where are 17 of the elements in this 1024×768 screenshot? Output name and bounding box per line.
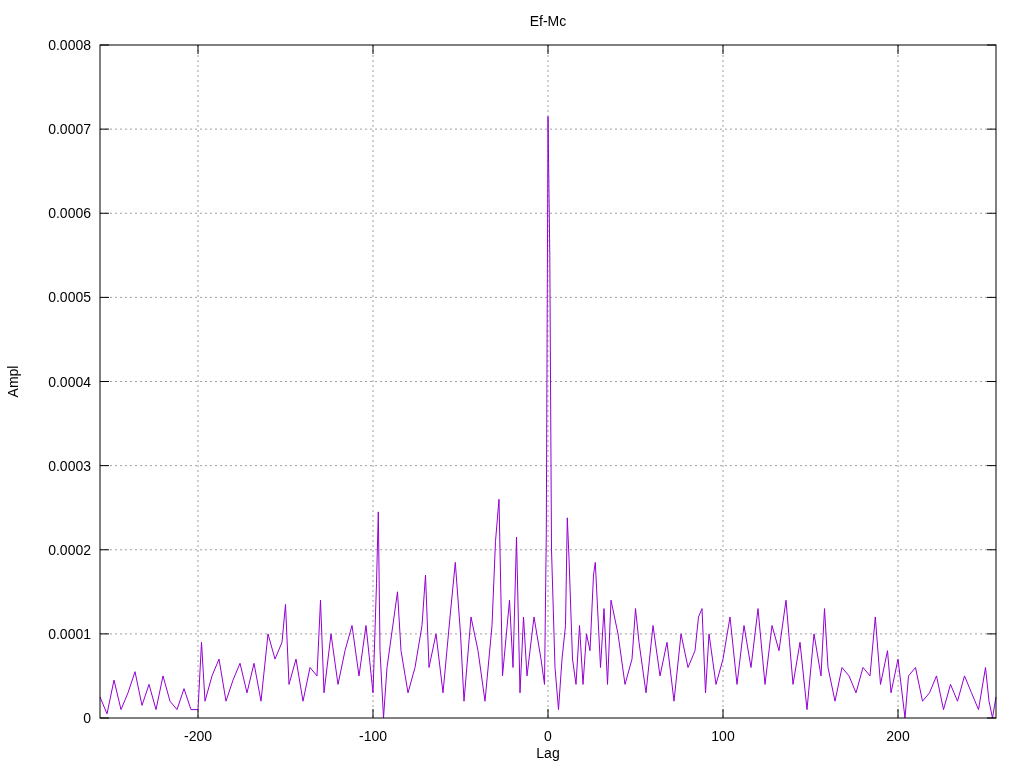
tick-label: 0.0006	[48, 205, 91, 222]
tick-label: -100	[359, 728, 387, 744]
tick-label: 0.0004	[48, 373, 91, 390]
tick-label: 0.0001	[48, 625, 91, 642]
tick-label: 0	[83, 710, 91, 726]
tick-label: 0.0003	[48, 457, 91, 474]
tick-label: 0.0005	[48, 289, 91, 306]
tick-label: 0.0008	[48, 37, 91, 53]
y-axis-label: Ampl	[5, 365, 21, 398]
tick-label: 0	[544, 728, 552, 744]
tick-label: 100	[711, 728, 735, 744]
chart-title: Ef-Mc	[529, 13, 567, 29]
x-axis-label: Lag	[536, 745, 560, 761]
tick-label: -200	[184, 728, 212, 744]
tick-label: 200	[886, 728, 910, 744]
tick-label: 0.0007	[48, 121, 91, 138]
tick-label: 0.0002	[48, 541, 91, 558]
